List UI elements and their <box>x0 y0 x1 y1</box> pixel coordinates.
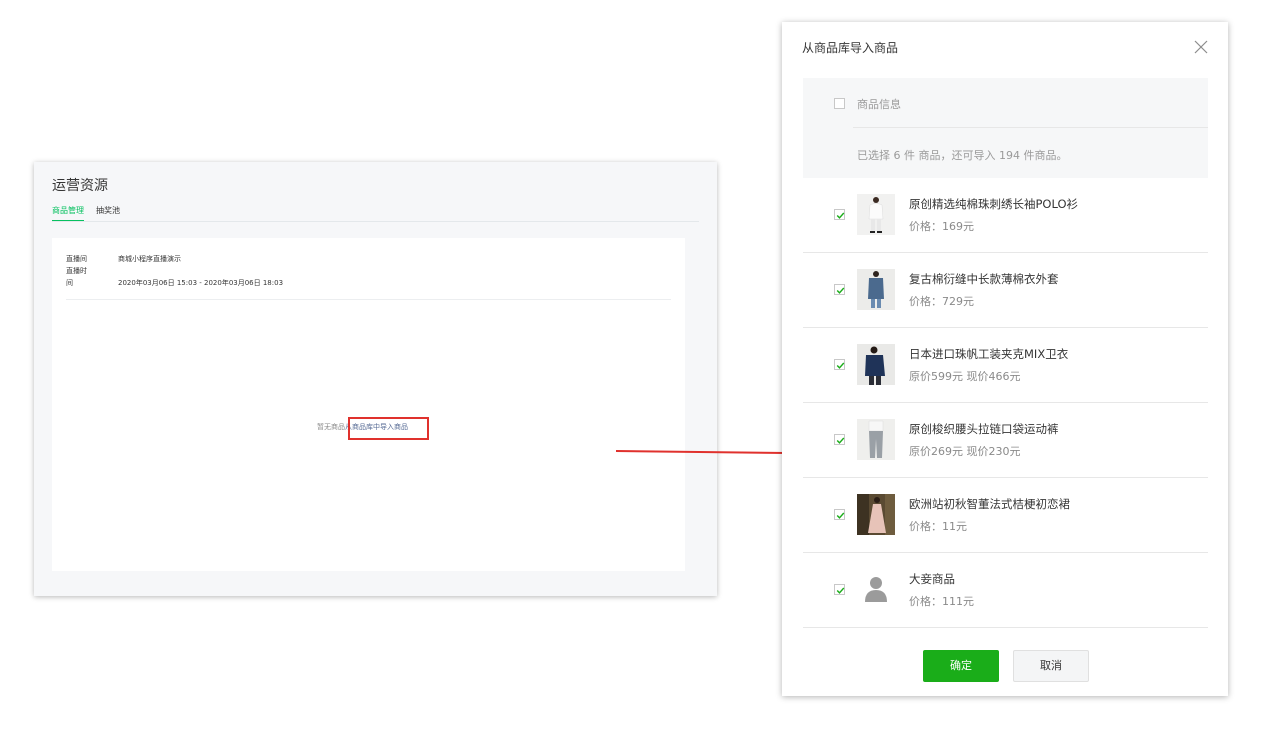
check-icon <box>836 512 845 519</box>
list-item[interactable]: 原创梭织腰头拉链口袋运动裤 原价269元 现价230元 <box>803 403 1208 478</box>
product-name: 欧洲站初秋智董法式桔梗初恋裙 <box>909 497 1070 511</box>
product-thumbnail <box>857 419 895 460</box>
confirm-button[interactable]: 确定 <box>923 650 999 682</box>
product-price: 价格：729元 <box>909 295 974 308</box>
product-name: 原创梭织腰头拉链口袋运动裤 <box>909 422 1059 436</box>
product-thumbnail <box>857 269 895 310</box>
live-time-value: 2020年03月06日 15:03 - 2020年03月06日 18:03 <box>118 279 284 287</box>
live-room-label: 直播间 <box>66 255 87 263</box>
product-price: 原价599元 现价466元 <box>909 370 1021 383</box>
product-thumbnail <box>857 494 895 535</box>
product-price: 原价269元 现价230元 <box>909 445 1021 458</box>
product-thumbnail <box>857 344 895 385</box>
live-time-label-cont: 间 <box>66 279 73 287</box>
product-checkbox[interactable] <box>834 359 845 370</box>
select-all-checkbox[interactable] <box>834 98 845 109</box>
tab-lottery-pool[interactable]: 抽奖池 <box>96 206 120 220</box>
list-item[interactable]: 复古棉衍缝中长款薄棉衣外套 价格：729元 <box>803 253 1208 328</box>
product-checkbox[interactable] <box>834 209 845 220</box>
live-room-content: 直播间 商城小程序直播演示 直播时 间 2020年03月06日 15:03 - … <box>52 238 685 571</box>
product-name: 原创精选纯棉珠刺绣长袖POLO衫 <box>909 197 1079 211</box>
product-thumbnail <box>857 194 895 235</box>
check-icon <box>836 587 845 594</box>
product-list: 原创精选纯棉珠刺绣长袖POLO衫 价格：169元 复古棉衍缝中长款薄棉衣外套 价… <box>803 178 1208 628</box>
header-label: 商品信息 <box>857 98 901 111</box>
list-item[interactable]: 大妾商品 价格：111元 <box>803 553 1208 628</box>
product-name: 复古棉衍缝中长款薄棉衣外套 <box>909 272 1059 286</box>
product-checkbox[interactable] <box>834 284 845 295</box>
product-checkbox[interactable] <box>834 509 845 520</box>
avatar-placeholder-icon <box>857 569 895 610</box>
tab-product-management[interactable]: 商品管理 <box>52 206 84 221</box>
list-item[interactable]: 欧洲站初秋智董法式桔梗初恋裙 价格：11元 <box>803 478 1208 553</box>
product-checkbox[interactable] <box>834 584 845 595</box>
red-arrow-icon <box>615 445 804 461</box>
product-price: 价格：169元 <box>909 220 974 233</box>
product-name: 大妾商品 <box>909 572 955 586</box>
divider <box>66 299 671 300</box>
list-item[interactable]: 日本进口珠帆工装夹克MIX卫衣 原价599元 现价466元 <box>803 328 1208 403</box>
list-item[interactable]: 原创精选纯棉珠刺绣长袖POLO衫 价格：169元 <box>803 178 1208 253</box>
close-icon[interactable] <box>1193 39 1209 55</box>
check-icon <box>836 212 845 219</box>
product-price: 价格：11元 <box>909 520 967 533</box>
panel-title: 运营资源 <box>52 178 108 194</box>
tab-bar: 商品管理 抽奖池 <box>52 206 699 222</box>
check-icon <box>836 437 845 444</box>
selection-info: 已选择 6 件 商品，还可导入 194 件商品。 <box>857 149 1068 162</box>
live-time-label: 直播时 <box>66 267 87 275</box>
product-checkbox[interactable] <box>834 434 845 445</box>
live-room-value: 商城小程序直播演示 <box>118 255 181 263</box>
cancel-button[interactable]: 取消 <box>1013 650 1089 682</box>
check-icon <box>836 287 845 294</box>
product-name: 日本进口珠帆工装夹克MIX卫衣 <box>909 347 1069 361</box>
product-table-header: 商品信息 已选择 6 件 商品，还可导入 194 件商品。 <box>803 78 1208 178</box>
import-products-dialog: 从商品库导入商品 商品信息 已选择 6 件 商品，还可导入 194 件商品。 原… <box>782 22 1228 696</box>
highlight-box <box>348 417 429 440</box>
empty-text: 暂无商品 <box>317 423 345 431</box>
check-icon <box>836 362 845 369</box>
operation-resources-panel: 运营资源 商品管理 抽奖池 直播间 商城小程序直播演示 直播时 间 2020年0… <box>34 162 717 596</box>
product-price: 价格：111元 <box>909 595 974 608</box>
dialog-title: 从商品库导入商品 <box>802 41 899 55</box>
header-divider <box>853 127 1208 128</box>
